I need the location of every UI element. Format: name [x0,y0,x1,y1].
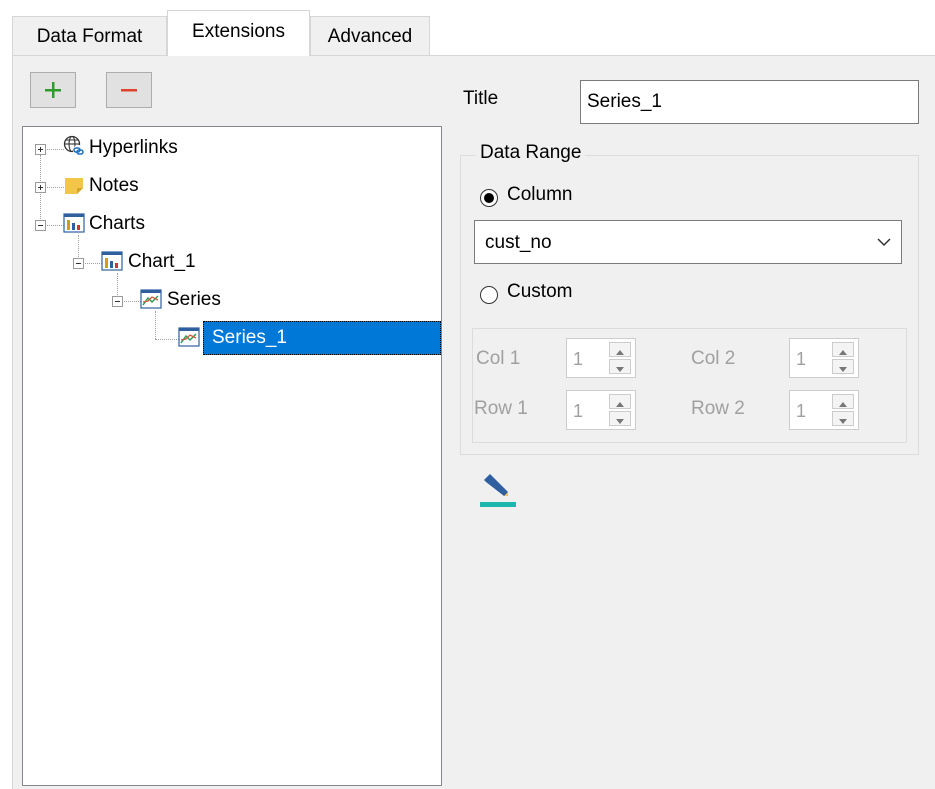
title-input[interactable] [580,80,919,124]
col1-spinner[interactable]: 1 [566,338,636,378]
collapse-toggle[interactable] [73,258,84,269]
tab-label: Data Format [36,26,143,47]
up-arrow-icon [839,350,847,355]
collapse-toggle[interactable] [35,220,46,231]
note-icon [65,178,83,194]
tree-item-series-1[interactable]: Series_1 [203,321,441,355]
col2-label: Col 2 [691,348,736,369]
series-icon [178,327,200,347]
spin-down-button[interactable] [832,411,854,426]
spin-down-button[interactable] [832,359,854,374]
title-label: Title [463,88,499,109]
tree-item-label: Series_1 [212,327,287,348]
row2-spinner[interactable]: 1 [789,390,859,430]
tree-item-notes[interactable]: Notes [89,171,139,201]
add-button[interactable] [30,72,76,108]
tree-item-series[interactable]: Series [167,285,221,315]
col2-spinner[interactable]: 1 [789,338,859,378]
tree-item-label: Hyperlinks [89,137,178,158]
chart-icon [101,251,123,271]
row1-label: Row 1 [474,398,528,419]
tab-extensions[interactable]: Extensions [167,10,310,56]
tree-item-charts[interactable]: Charts [89,209,145,239]
col2-value: 1 [796,349,807,369]
extensions-tree[interactable]: Hyperlinks Notes Charts Chart_1 Series S… [22,126,442,786]
pencil-icon [480,474,516,507]
tree-item-hyperlinks[interactable]: Hyperlinks [89,133,178,163]
spin-up-button[interactable] [832,342,854,357]
custom-radio[interactable] [480,286,498,304]
remove-button[interactable] [106,72,152,108]
up-arrow-icon [616,402,624,407]
spin-up-button[interactable] [609,394,631,409]
globe-link-icon [63,135,84,156]
expand-toggle[interactable] [35,182,46,193]
chart-icon [63,213,85,233]
tree-item-chart-1[interactable]: Chart_1 [128,247,196,277]
tree-item-label: Chart_1 [128,251,196,272]
minus-icon [121,89,137,92]
column-select-value: cust_no [485,232,552,253]
tree-item-label: Series [167,289,221,310]
collapse-toggle[interactable] [112,296,123,307]
row1-value: 1 [573,401,584,421]
up-arrow-icon [616,350,624,355]
spin-up-button[interactable] [832,394,854,409]
tree-item-label: Charts [89,213,145,234]
plus-icon [45,82,61,98]
expand-toggle[interactable] [35,144,46,155]
col1-value: 1 [573,349,584,369]
column-radio[interactable] [480,189,498,207]
series-icon [140,289,162,309]
column-select[interactable]: cust_no [474,220,902,264]
chevron-down-icon [877,238,891,247]
down-arrow-icon [616,419,624,424]
tab-strip: Data Format Extensions Advanced [0,0,935,56]
data-range-title: Data Range [476,142,586,164]
up-arrow-icon [839,402,847,407]
row2-label: Row 2 [691,398,745,419]
down-arrow-icon [839,419,847,424]
tab-advanced[interactable]: Advanced [310,16,430,56]
column-radio-label[interactable]: Column [507,184,572,206]
spin-down-button[interactable] [609,411,631,426]
custom-radio-label[interactable]: Custom [507,281,572,303]
tab-label: Extensions [192,21,285,42]
spin-up-button[interactable] [609,342,631,357]
spin-down-button[interactable] [609,359,631,374]
row1-spinner[interactable]: 1 [566,390,636,430]
tree-item-label: Notes [89,175,139,196]
row2-value: 1 [796,401,807,421]
edit-style-button[interactable] [478,470,518,510]
tab-label: Advanced [327,26,413,47]
down-arrow-icon [616,367,624,372]
tab-data-format[interactable]: Data Format [12,16,167,56]
down-arrow-icon [839,367,847,372]
col1-label: Col 1 [476,348,521,369]
